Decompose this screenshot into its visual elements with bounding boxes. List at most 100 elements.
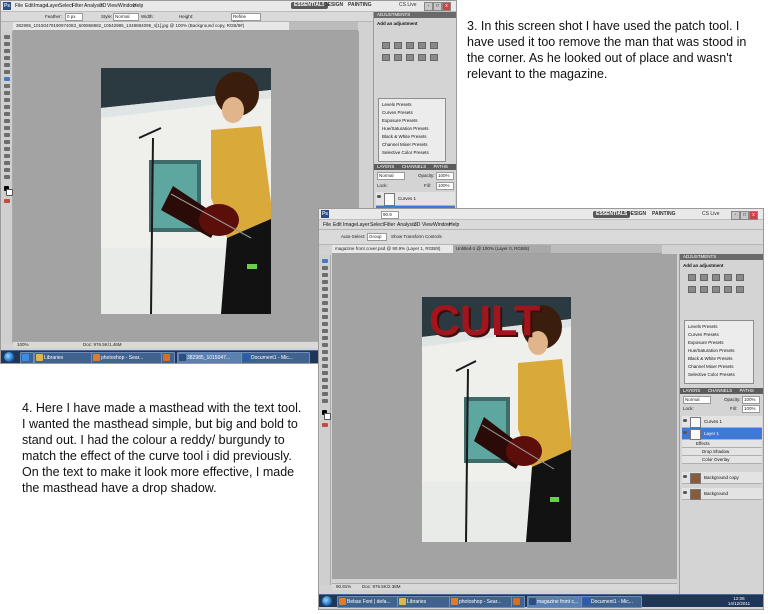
- channel-mixer-icon[interactable]: [430, 54, 438, 61]
- opacity-input[interactable]: 100%: [742, 396, 760, 404]
- document-tab-untitled[interactable]: Untitled-1 @ 100% (Layer 0, RGB/8): [453, 245, 551, 253]
- brush-tool-icon[interactable]: [322, 308, 328, 312]
- guitarist-photo[interactable]: [101, 68, 271, 314]
- channel-mixer-icon[interactable]: [736, 286, 744, 293]
- quick-select-tool-icon[interactable]: [322, 280, 328, 284]
- opacity-input[interactable]: 100%: [436, 172, 454, 180]
- shape-tool-icon[interactable]: [4, 154, 10, 158]
- quick-select-tool-icon[interactable]: [4, 56, 10, 60]
- preset-item[interactable]: Exposure Presets: [382, 118, 418, 123]
- 3d-rotate-tool-icon[interactable]: [322, 385, 328, 389]
- quick-mask-icon[interactable]: [4, 199, 10, 203]
- marquee-tool-icon[interactable]: [322, 266, 328, 270]
- menu-select[interactable]: Select: [370, 222, 384, 228]
- preset-item[interactable]: Curves Presets: [688, 332, 719, 337]
- menu-view[interactable]: View: [107, 3, 118, 9]
- magazine-cover[interactable]: CULT CULT: [422, 297, 571, 542]
- clone-stamp-tool-icon[interactable]: [322, 315, 328, 319]
- gradient-tool-icon[interactable]: [322, 336, 328, 340]
- history-brush-tool-icon[interactable]: [322, 322, 328, 326]
- blur-tool-icon[interactable]: [4, 119, 10, 123]
- workspace-design[interactable]: DESIGN: [321, 2, 346, 9]
- preset-item[interactable]: Black & White Presets: [382, 134, 427, 139]
- patch-tool-icon[interactable]: [4, 77, 10, 81]
- workspace-painting[interactable]: PAINTING: [345, 2, 375, 9]
- preset-item[interactable]: Selective Color Presets: [688, 372, 735, 377]
- zoom-select[interactable]: 90.9: [381, 211, 399, 219]
- eyedropper-tool-icon[interactable]: [322, 294, 328, 298]
- layer-row[interactable]: Background: [682, 488, 762, 500]
- menu-view[interactable]: View: [422, 222, 433, 228]
- drop-shadow-effect-row[interactable]: Drop Shadow: [682, 448, 762, 456]
- dodge-tool-icon[interactable]: [322, 350, 328, 354]
- fill-input[interactable]: 100%: [742, 405, 760, 413]
- menu-filter[interactable]: Filter: [384, 222, 395, 228]
- visibility-eye-icon[interactable]: [683, 431, 687, 434]
- path-select-tool-icon[interactable]: [322, 371, 328, 375]
- zoom-level[interactable]: 100%: [17, 342, 29, 348]
- document-tab-magazine[interactable]: magazine front cover.psd @ 90.9% (Layer …: [332, 245, 456, 253]
- black-white-icon[interactable]: [406, 54, 414, 61]
- layer-effects-row[interactable]: Effects: [682, 440, 762, 448]
- minimize-button[interactable]: -: [424, 2, 433, 11]
- menu-layer[interactable]: Layer: [357, 222, 370, 228]
- preset-item[interactable]: Exposure Presets: [688, 340, 724, 345]
- menu-3d[interactable]: 3D: [414, 222, 420, 228]
- cs-live-button[interactable]: CS Live: [396, 2, 420, 9]
- move-tool-icon[interactable]: [322, 259, 328, 263]
- visibility-eye-icon[interactable]: [683, 491, 687, 494]
- layer-row[interactable]: Background copy: [682, 472, 762, 484]
- eraser-tool-icon[interactable]: [322, 329, 328, 333]
- history-brush-tool-icon[interactable]: [4, 98, 10, 102]
- color-balance-icon[interactable]: [394, 54, 402, 61]
- pen-tool-icon[interactable]: [322, 357, 328, 361]
- background-color-swatch[interactable]: [6, 189, 13, 196]
- hand-tool-icon[interactable]: [322, 392, 328, 396]
- photo-filter-icon[interactable]: [418, 54, 426, 61]
- close-button[interactable]: x: [749, 211, 758, 220]
- photo-filter-icon[interactable]: [724, 286, 732, 293]
- zoom-level[interactable]: 90.91%: [336, 584, 351, 590]
- marquee-tool-icon[interactable]: [4, 42, 10, 46]
- blend-mode-select[interactable]: Normal: [683, 396, 711, 404]
- visibility-eye-icon[interactable]: [683, 475, 687, 478]
- lasso-tool-icon[interactable]: [322, 273, 328, 277]
- eraser-tool-icon[interactable]: [4, 105, 10, 109]
- maximize-button[interactable]: □: [740, 211, 749, 220]
- close-button[interactable]: x: [442, 2, 451, 11]
- start-button-icon[interactable]: [4, 352, 14, 362]
- taskbar-photoshop-search[interactable]: photoshop - Sear...: [91, 352, 164, 363]
- hue-saturation-icon[interactable]: [382, 54, 390, 61]
- hand-tool-icon[interactable]: [4, 168, 10, 172]
- curves-icon[interactable]: [712, 274, 720, 281]
- system-clock[interactable]: 12:06 14/12/2011: [719, 596, 759, 606]
- menu-help[interactable]: Help: [133, 3, 143, 9]
- menu-edit[interactable]: Edit: [25, 3, 34, 9]
- layer-row[interactable]: Curves 1: [682, 416, 762, 428]
- brush-tool-icon[interactable]: [4, 84, 10, 88]
- preset-item[interactable]: Channel Mixer Presets: [688, 364, 734, 369]
- preset-item[interactable]: Selective Color Presets: [382, 150, 429, 155]
- zoom-tool-icon[interactable]: [4, 175, 10, 179]
- menu-edit[interactable]: Edit: [333, 222, 342, 228]
- crop-tool-icon[interactable]: [322, 287, 328, 291]
- move-tool-icon[interactable]: [4, 35, 10, 39]
- levels-icon[interactable]: [700, 274, 708, 281]
- adjustments-panel-header[interactable]: ADJUSTMENTS: [680, 254, 763, 260]
- taskbar-photoshop-search[interactable]: photoshop - Sear...: [449, 596, 518, 608]
- refine-edge-button[interactable]: Refine Edge...: [231, 13, 261, 25]
- vibrance-icon[interactable]: [430, 42, 438, 49]
- taskbar-word-document[interactable]: Document1 - Mic...: [581, 596, 642, 608]
- color-overlay-effect-row[interactable]: Color Overlay: [682, 456, 762, 464]
- type-tool-icon[interactable]: [322, 364, 328, 368]
- dodge-tool-icon[interactable]: [4, 126, 10, 130]
- curves-icon[interactable]: [406, 42, 414, 49]
- menu-file[interactable]: File: [15, 3, 23, 9]
- vibrance-icon[interactable]: [736, 274, 744, 281]
- workspace-painting[interactable]: PAINTING: [649, 211, 679, 218]
- blur-tool-icon[interactable]: [322, 343, 328, 347]
- tab-paths[interactable]: PATHS: [433, 164, 447, 169]
- workspace-design[interactable]: DESIGN: [624, 211, 649, 218]
- cs-live-button[interactable]: CS Live: [699, 211, 723, 218]
- start-button-icon[interactable]: [322, 596, 332, 606]
